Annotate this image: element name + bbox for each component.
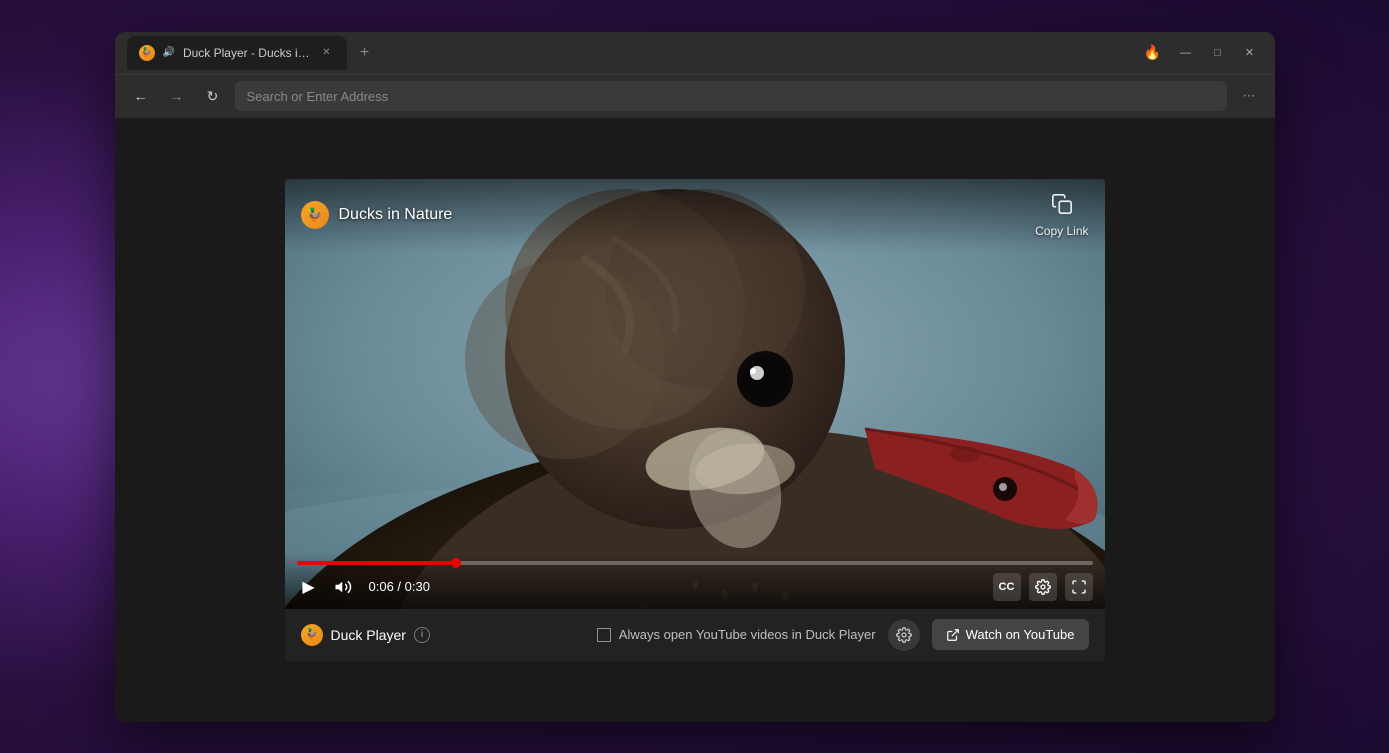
address-bar[interactable]: Search or Enter Address: [235, 81, 1227, 111]
tab-favicon: 🦆: [139, 45, 155, 61]
duck-player-text: Duck Player: [331, 627, 406, 643]
new-tab-button[interactable]: +: [351, 39, 379, 67]
duck-player-label: 🦆 Duck Player i: [301, 624, 430, 646]
copy-link-label: Copy Link: [1035, 224, 1088, 238]
progress-fill: [297, 561, 456, 565]
navigation-bar: ← → ↻ Search or Enter Address ···: [115, 74, 1275, 118]
progress-bar[interactable]: [297, 561, 1093, 565]
tab-close-button[interactable]: ✕: [319, 45, 335, 61]
settings-button[interactable]: [1029, 573, 1057, 601]
video-title: Ducks in Nature: [339, 206, 453, 224]
play-button[interactable]: ▶: [297, 575, 321, 599]
fire-icon[interactable]: 🔥: [1139, 39, 1167, 67]
ddg-logo-header: 🦆: [301, 201, 329, 229]
maximize-button[interactable]: □: [1205, 40, 1231, 66]
minimize-button[interactable]: —: [1173, 40, 1199, 66]
controls-row: ▶ 0:06 / 0:30 CC: [297, 573, 1093, 601]
time-display: 0:06 / 0:30: [369, 579, 430, 594]
watch-youtube-button[interactable]: Watch on YouTube: [932, 619, 1089, 650]
content-area: 🦆 Ducks in Nature Copy Link: [115, 118, 1275, 722]
footer-settings-button[interactable]: [888, 619, 920, 651]
tab-title: Duck Player - Ducks in Nature...: [183, 46, 311, 60]
controls-right: CC: [993, 573, 1093, 601]
tab-area: 🦆 🔊 Duck Player - Ducks in Nature... ✕ +: [127, 36, 1131, 70]
always-open-area: Always open YouTube videos in Duck Playe…: [597, 627, 876, 642]
ddg-logo-footer: 🦆: [301, 624, 323, 646]
always-open-checkbox[interactable]: [597, 628, 611, 642]
video-overlay-top: 🦆 Ducks in Nature Copy Link: [285, 179, 1105, 252]
fullscreen-button[interactable]: [1065, 573, 1093, 601]
watch-youtube-label: Watch on YouTube: [966, 627, 1075, 642]
browser-menu-button[interactable]: ···: [1235, 82, 1263, 110]
duck-player-container: 🦆 Ducks in Nature Copy Link: [285, 179, 1105, 661]
tab-audio-icon: 🔊: [163, 47, 175, 58]
video-title-area: 🦆 Ducks in Nature: [301, 201, 453, 229]
always-open-label: Always open YouTube videos in Duck Playe…: [619, 627, 876, 642]
info-button[interactable]: i: [414, 627, 430, 643]
address-placeholder: Search or Enter Address: [247, 89, 389, 104]
copy-link-icon: [1051, 193, 1073, 221]
cc-button[interactable]: CC: [993, 573, 1021, 601]
window-close-button[interactable]: ✕: [1237, 40, 1263, 66]
title-bar: 🦆 🔊 Duck Player - Ducks in Nature... ✕ +…: [115, 32, 1275, 74]
bottom-bar: 🦆 Duck Player i Always open YouTube vide…: [285, 609, 1105, 661]
title-bar-controls: 🔥 — □ ✕: [1139, 39, 1263, 67]
active-tab[interactable]: 🦆 🔊 Duck Player - Ducks in Nature... ✕: [127, 36, 347, 70]
copy-link-button[interactable]: Copy Link: [1035, 193, 1088, 238]
volume-button[interactable]: [331, 575, 355, 599]
back-button[interactable]: ←: [127, 82, 155, 110]
reload-button[interactable]: ↻: [199, 82, 227, 110]
forward-button[interactable]: →: [163, 82, 191, 110]
video-controls-bar: ▶ 0:06 / 0:30 CC: [285, 553, 1105, 609]
browser-window: 🦆 🔊 Duck Player - Ducks in Nature... ✕ +…: [115, 32, 1275, 722]
watch-youtube-icon: [946, 628, 960, 642]
video-area[interactable]: 🦆 Ducks in Nature Copy Link: [285, 179, 1105, 609]
